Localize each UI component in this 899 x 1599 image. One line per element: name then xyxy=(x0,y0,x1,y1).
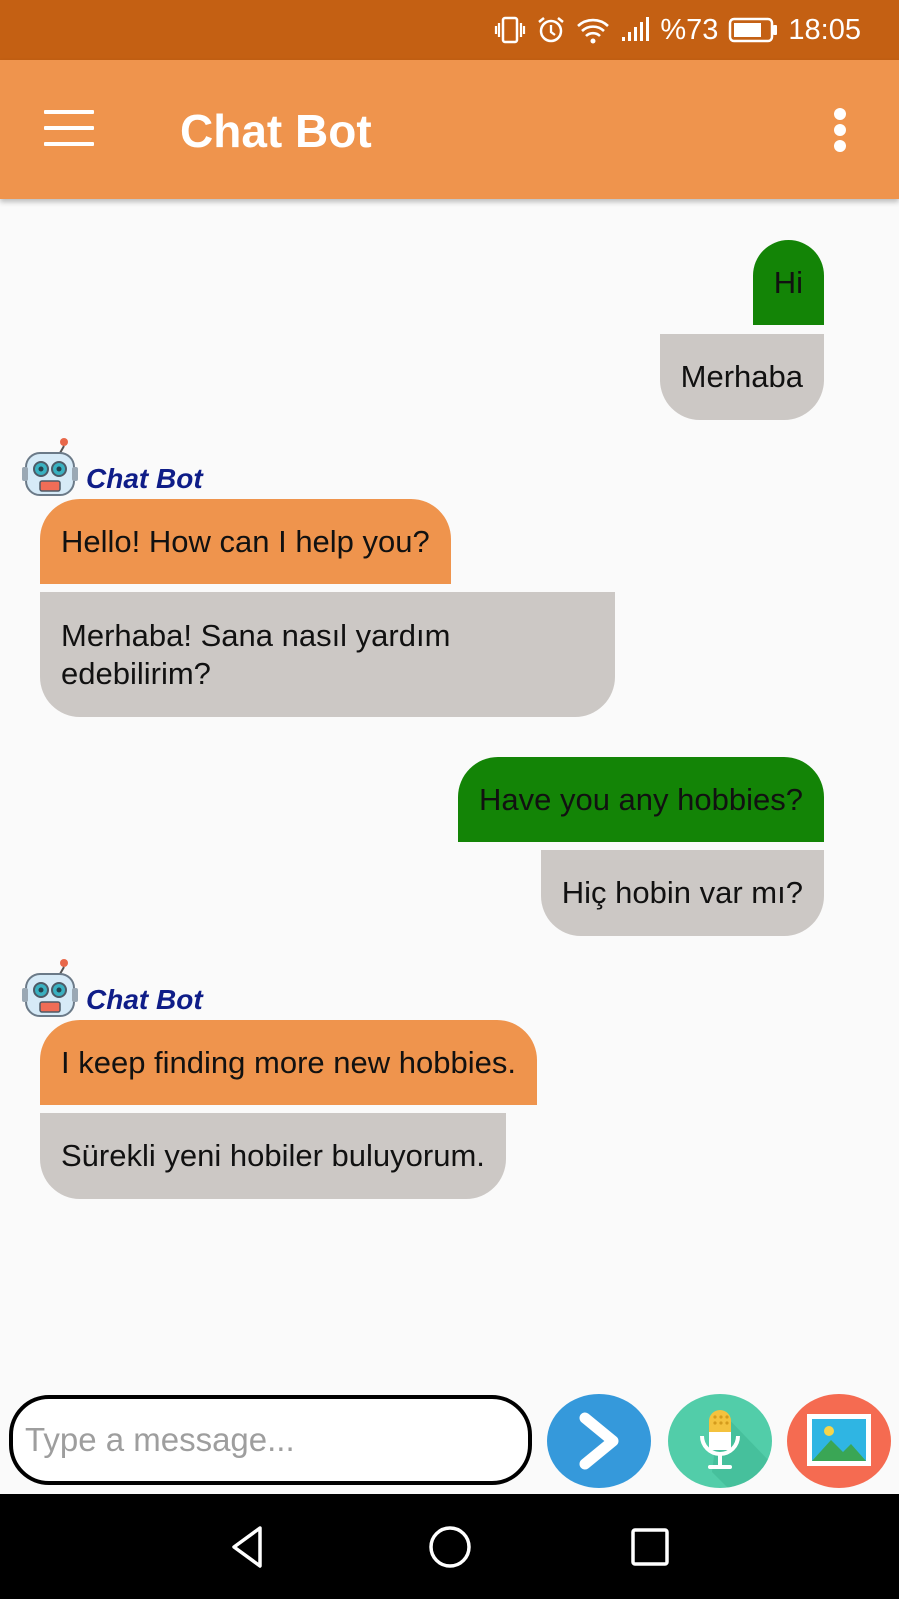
menu-icon[interactable] xyxy=(44,110,94,146)
user-message-text: Hi xyxy=(773,264,803,300)
home-icon[interactable] xyxy=(425,1522,475,1572)
bot-message-translation: Merhaba! Sana nasıl yardım edebilirim? xyxy=(40,592,615,717)
bot-header: Chat Bot xyxy=(20,435,203,499)
user-message-translation-text: Merhaba xyxy=(680,359,803,394)
battery-icon xyxy=(728,17,778,43)
bot-message-text: Hello! How can I help you? xyxy=(61,523,430,559)
battery-percent: %73 xyxy=(660,13,719,46)
signal-icon xyxy=(620,15,650,45)
wifi-icon xyxy=(576,15,610,45)
user-message: Have you any hobbies? xyxy=(457,757,824,842)
user-message-translation: Hiç hobin var mı? xyxy=(540,850,824,936)
message-input[interactable] xyxy=(25,1421,505,1459)
translation-line: edebilirim? xyxy=(61,655,211,691)
alarm-icon xyxy=(536,15,566,45)
app-title: Chat Bot xyxy=(180,105,372,157)
bot-message: I keep finding more new hobbies. xyxy=(40,1020,537,1105)
translation-line: Merhaba! Sana nasıl yardım xyxy=(61,617,451,653)
vibrate-icon xyxy=(494,15,526,45)
clock: 18:05 xyxy=(788,13,861,46)
user-message-translation-text: Hiç hobin var mı? xyxy=(561,875,803,910)
bot-message-text: I keep finding more new hobbies. xyxy=(61,1044,516,1080)
bot-header: Chat Bot xyxy=(20,956,203,1020)
bot-message: Hello! How can I help you? xyxy=(40,499,451,584)
image-button[interactable] xyxy=(787,1394,891,1488)
user-message: Hi xyxy=(752,240,824,325)
recents-icon[interactable] xyxy=(625,1522,675,1572)
status-bar: %73 18:05 xyxy=(0,0,899,60)
more-options-icon[interactable] xyxy=(833,108,847,152)
image-icon xyxy=(807,1414,871,1466)
robot-avatar-icon xyxy=(22,959,78,1017)
back-icon[interactable] xyxy=(224,1522,274,1572)
microphone-button[interactable] xyxy=(668,1394,772,1488)
message-input-container xyxy=(9,1395,532,1485)
send-icon xyxy=(579,1412,619,1470)
microphone-icon xyxy=(700,1410,772,1488)
bot-name: Chat Bot xyxy=(86,463,203,494)
robot-avatar-icon xyxy=(22,438,78,496)
status-icons: %73 18:05 xyxy=(494,0,861,60)
chat-area[interactable]: Hi Merhaba Chat Bot Hello! How can I hel… xyxy=(0,199,899,1389)
bot-message-translation: Sürekli yeni hobiler buluyorum. xyxy=(40,1113,506,1199)
user-message-text: Have you any hobbies? xyxy=(478,781,803,817)
bot-name: Chat Bot xyxy=(86,984,203,1015)
navigation-bar xyxy=(0,1494,899,1599)
send-button[interactable] xyxy=(547,1394,651,1488)
app-bar: Chat Bot xyxy=(0,60,899,199)
bot-message-translation-text: Merhaba! Sana nasıl yardım edebilirim? xyxy=(61,617,450,693)
user-message-translation: Merhaba xyxy=(659,334,824,420)
bot-message-translation-text: Sürekli yeni hobiler buluyorum. xyxy=(61,1138,485,1173)
